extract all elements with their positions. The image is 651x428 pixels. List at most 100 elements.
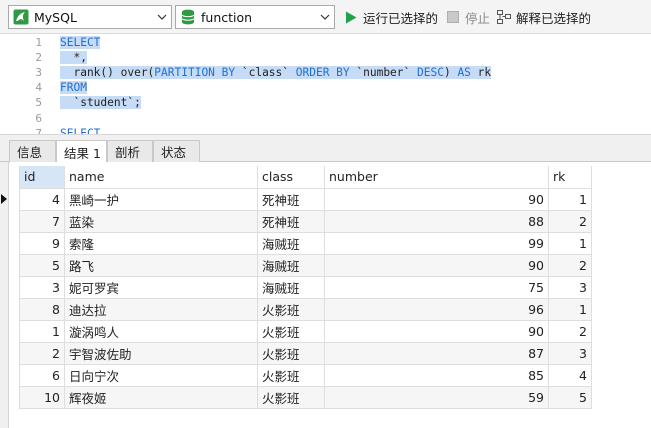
cell-rk[interactable]: 1 — [548, 187, 592, 211]
table-row[interactable]: 3 妮可罗宾 海贼班 75 3 — [19, 275, 592, 299]
tab-profile[interactable]: 剖析 — [107, 140, 153, 162]
table-row[interactable]: 5 路飞 海贼班 90 2 — [19, 253, 592, 277]
cell-number[interactable]: 59 — [324, 385, 549, 409]
sql-editor[interactable]: 1 2 3 4 5 6 7 SELECT *, rank() over(PARTITION … — [0, 34, 651, 134]
tab-label: 信息 — [17, 145, 43, 160]
table-row[interactable]: 9 索隆 海贼班 99 1 — [19, 231, 592, 255]
cell-class[interactable]: 死神班 — [257, 209, 325, 233]
sql-text: `number` — [349, 66, 417, 79]
chevron-down-icon[interactable] — [316, 6, 334, 28]
sql-text: rank() over( — [60, 66, 155, 79]
column-header-class[interactable]: class — [257, 166, 325, 189]
cell-rk[interactable]: 3 — [548, 341, 592, 365]
code-line: rank() over(PARTITION BY `class` ORDER B… — [60, 65, 492, 80]
cell-name[interactable]: 路飞 — [64, 253, 258, 277]
stop-button[interactable]: 停止 — [446, 8, 490, 26]
stop-icon — [446, 10, 460, 24]
cell-id[interactable]: 5 — [19, 253, 65, 277]
line-number: 2 — [35, 51, 42, 64]
cell-id[interactable]: 2 — [19, 341, 65, 365]
table-row[interactable]: 1 漩涡鸣人 火影班 90 2 — [19, 319, 592, 343]
cell-name[interactable]: 宇智波佐助 — [64, 341, 258, 365]
cell-class[interactable]: 海贼班 — [257, 231, 325, 255]
sql-keyword: SELECT — [60, 36, 101, 49]
table-row[interactable]: 7 蓝染 死神班 88 2 — [19, 209, 592, 233]
table-row[interactable]: 8 迪达拉 火影班 96 1 — [19, 297, 592, 321]
column-header-name[interactable]: name — [64, 166, 258, 189]
cell-rk[interactable]: 5 — [548, 385, 592, 409]
tab-result-1[interactable]: 结果 1 — [56, 140, 107, 163]
database-select[interactable]: function — [175, 5, 335, 29]
result-table: id name class number rk 4 黑崎一护 死神班 90 1 7 蓝染 死神… — [19, 166, 592, 409]
cell-rk[interactable]: 4 — [548, 363, 592, 387]
sql-keyword: AS — [457, 66, 471, 79]
cell-name[interactable]: 蓝染 — [64, 209, 258, 233]
sql-text: `class` — [235, 66, 296, 79]
cell-rk[interactable]: 3 — [548, 275, 592, 299]
sql-keyword: PARTITION BY — [154, 66, 236, 79]
column-header-number[interactable]: number — [324, 166, 549, 189]
run-selected-button[interactable]: 运行已选择的 — [344, 8, 438, 26]
cell-rk[interactable]: 2 — [548, 209, 592, 233]
row-indicator-column — [0, 162, 9, 428]
cell-number[interactable]: 96 — [324, 297, 549, 321]
connection-select[interactable]: MySQL — [8, 5, 172, 29]
cell-name[interactable]: 日向宁次 — [64, 363, 258, 387]
result-tabs: 信息 结果 1 剖析 状态 — [0, 139, 651, 163]
tab-info[interactable]: 信息 — [9, 140, 56, 162]
result-grid: id name class number rk 4 黑崎一护 死神班 90 1 7 蓝染 死神… — [0, 162, 651, 428]
cell-name[interactable]: 辉夜姬 — [64, 385, 258, 409]
code-line: FROM — [60, 80, 87, 95]
cell-number[interactable]: 85 — [324, 363, 549, 387]
cell-id[interactable]: 9 — [19, 231, 65, 255]
cell-id[interactable]: 10 — [19, 385, 65, 409]
cell-name[interactable]: 漩涡鸣人 — [64, 319, 258, 343]
column-header-id[interactable]: id — [19, 166, 65, 189]
cell-class[interactable]: 海贼班 — [257, 253, 325, 277]
cell-class[interactable]: 火影班 — [257, 385, 325, 409]
cell-number[interactable]: 99 — [324, 231, 549, 255]
cell-class[interactable]: 火影班 — [257, 297, 325, 321]
explain-selected-button[interactable]: 解释已选择的 — [497, 8, 591, 26]
cell-rk[interactable]: 2 — [548, 253, 592, 277]
cell-id[interactable]: 4 — [19, 187, 65, 211]
cell-number[interactable]: 88 — [324, 209, 549, 233]
cell-id[interactable]: 1 — [19, 319, 65, 343]
cell-class[interactable]: 海贼班 — [257, 275, 325, 299]
cell-number[interactable]: 90 — [324, 253, 549, 277]
cell-number[interactable]: 90 — [324, 187, 549, 211]
code-line: SELECT — [60, 35, 101, 50]
table-row[interactable]: 2 宇智波佐助 火影班 87 3 — [19, 341, 592, 365]
database-value: function — [201, 9, 253, 25]
cell-number[interactable]: 75 — [324, 275, 549, 299]
cell-class[interactable]: 火影班 — [257, 363, 325, 387]
tab-status[interactable]: 状态 — [153, 140, 200, 162]
cell-id[interactable]: 6 — [19, 363, 65, 387]
cell-id[interactable]: 8 — [19, 297, 65, 321]
cell-id[interactable]: 3 — [19, 275, 65, 299]
chevron-down-icon[interactable] — [153, 6, 171, 28]
tab-label: 剖析 — [115, 145, 141, 160]
table-row[interactable]: 10 辉夜姬 火影班 59 5 — [19, 385, 592, 409]
sql-text: *, — [60, 51, 87, 64]
cell-name[interactable]: 迪达拉 — [64, 297, 258, 321]
cell-rk[interactable]: 2 — [548, 319, 592, 343]
sql-text: ) — [443, 66, 458, 79]
cell-rk[interactable]: 1 — [548, 297, 592, 321]
code-line: `student`; — [60, 95, 141, 110]
table-row[interactable]: 6 日向宁次 火影班 85 4 — [19, 363, 592, 387]
line-number: 5 — [35, 96, 42, 109]
table-row[interactable]: 4 黑崎一护 死神班 90 1 — [19, 187, 592, 211]
cell-number[interactable]: 87 — [324, 341, 549, 365]
sql-keyword: ORDER BY — [295, 66, 350, 79]
cell-class[interactable]: 火影班 — [257, 341, 325, 365]
cell-class[interactable]: 死神班 — [257, 187, 325, 211]
column-header-rk[interactable]: rk — [548, 166, 592, 189]
cell-number[interactable]: 90 — [324, 319, 549, 343]
cell-name[interactable]: 索隆 — [64, 231, 258, 255]
cell-name[interactable]: 黑崎一护 — [64, 187, 258, 211]
cell-name[interactable]: 妮可罗宾 — [64, 275, 258, 299]
cell-id[interactable]: 7 — [19, 209, 65, 233]
cell-rk[interactable]: 1 — [548, 231, 592, 255]
cell-class[interactable]: 火影班 — [257, 319, 325, 343]
